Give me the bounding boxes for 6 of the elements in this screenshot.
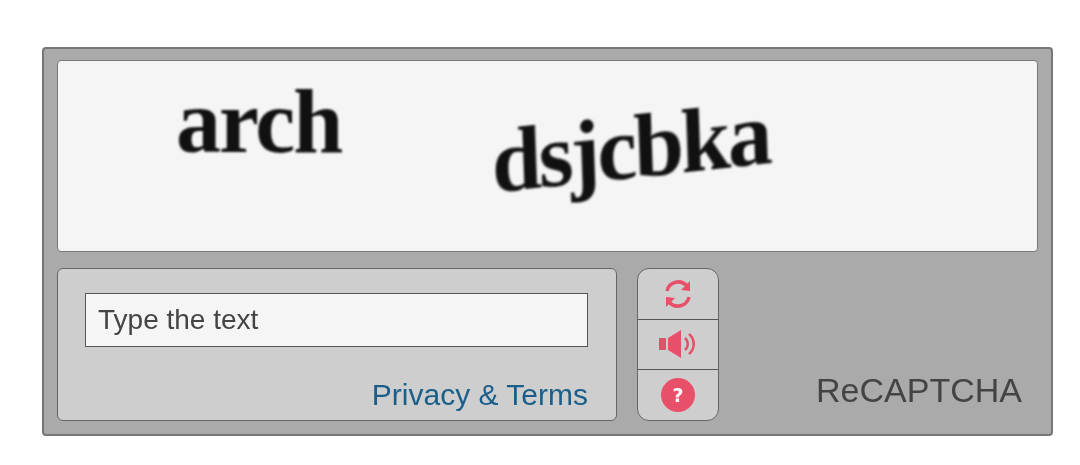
help-button[interactable]: ? [638,370,718,420]
answer-field[interactable]: Type the text [85,292,588,347]
challenge-word: dsjcbka [490,88,772,208]
privacy-link[interactable]: Privacy & Terms [371,378,588,412]
challenge-word: arch [176,77,342,167]
brand-label: ReCAPTCHA [816,371,1023,411]
